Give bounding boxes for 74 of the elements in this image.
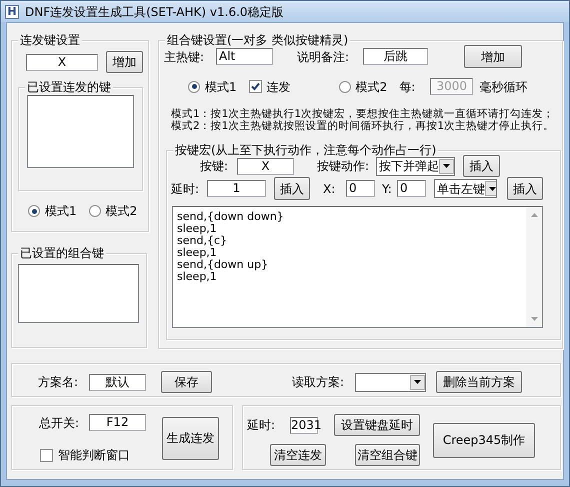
checkbox[interactable] [40,448,53,462]
input-field[interactable]: 默认 [89,374,146,390]
button[interactable]: 删除当前方案 [436,371,522,393]
radio-button[interactable] [338,80,351,92]
radio-button[interactable] [88,205,101,217]
macro-line: send,{c} [177,235,228,247]
help-text: 模式1：按1次主热键执行1次按键宏，要想按住主热键就一直循环请打勾连发； [171,108,556,120]
button[interactable]: 清空组合键 [355,444,420,466]
scroll-up-icon[interactable] [530,213,538,217]
dropdown[interactable] [355,372,426,392]
input-field[interactable]: 0 [346,180,375,197]
field-label: 按键动作: [317,159,370,173]
button[interactable]: 插入 [507,177,543,200]
option-label: 模式1 [45,204,77,218]
field-label: X: [323,182,336,196]
button[interactable]: 保存 [161,371,212,393]
group-title: 组合键设置(一对多 类似按键精灵) [165,33,350,47]
dropdown[interactable]: 单击左键 [434,179,497,198]
field-label: 方案名: [38,375,80,389]
macro-line: send,{down up} [177,259,270,271]
radio-button[interactable] [188,80,200,92]
list-box[interactable] [18,264,139,323]
field-label: 主热键: [164,50,206,64]
option-label: 连发 [266,80,291,94]
option-label: 模式1 [205,80,237,94]
input-field[interactable]: 0 [397,180,426,197]
field-label: 读取方案: [292,375,346,389]
app-icon: H [5,4,19,18]
button[interactable]: Creep345制作 [433,422,535,458]
caret-icon[interactable] [485,181,496,196]
option-label: 模式2 [106,204,138,218]
field-label: 总开关: [39,416,80,430]
input-field[interactable]: F12 [89,414,146,431]
field-label: 延时: [171,182,200,196]
macro-line: send,{down down} [177,211,284,223]
macro-line: sleep,1 [177,223,218,235]
option-label: 智能判断窗口 [58,448,130,462]
input-field[interactable]: Alt [216,48,273,65]
field-label: 毫秒循环 [479,80,528,94]
group-title: 已设置的组合键 [18,246,106,260]
macro-line: sleep,1 [177,247,218,259]
group-title: 连发键设置 [18,33,82,47]
field-label: 说明备注: [297,50,350,64]
button[interactable]: 插入 [463,155,500,177]
macro-line: sleep,1 [177,271,218,283]
field-label: 每: [399,80,416,94]
button[interactable]: 增加 [106,51,143,73]
input-field[interactable]: X [26,54,98,70]
field-label: 延时: [247,418,276,432]
radio-button[interactable] [28,205,40,217]
text-area[interactable]: send,{down down} sleep,1 send,{c} sleep,1 send,{down up} sleep,1 [172,206,543,328]
input-field[interactable]: 2031 [290,416,318,434]
help-text: 模式2：按1次主热键就按照设置的时间循环执行，再按1次主热键才停止执行。 [171,120,556,132]
group-title: 按键宏(从上至下执行动作，注意每个动作占一行) [173,143,438,157]
input-field[interactable]: 后跳 [363,48,428,65]
caret-icon[interactable] [439,158,454,174]
scrollbar[interactable] [526,207,542,327]
button[interactable]: 增加 [464,45,522,68]
checkbox[interactable] [248,80,262,93]
button[interactable]: 生成连发 [162,416,219,460]
option-label: 模式2 [356,80,388,94]
dropdown[interactable]: 按下并弹起 [376,156,455,176]
scroll-down-icon[interactable] [530,317,538,321]
button[interactable]: 插入 [274,177,310,200]
caret-icon[interactable] [410,374,425,390]
field-label: Y: [382,182,393,196]
button[interactable]: 设置键盘延时 [334,414,420,436]
input-field[interactable]: X [237,158,294,174]
field-label: 按键: [200,159,230,173]
button[interactable]: 清空连发 [270,444,326,466]
window-title: DNF连发设置生成工具(SET-AHK) v1.6.0稳定版 [25,4,284,18]
group-title: 已设置连发的键 [25,80,113,94]
input-field[interactable]: 1 [207,180,266,197]
list-box[interactable] [27,95,134,168]
